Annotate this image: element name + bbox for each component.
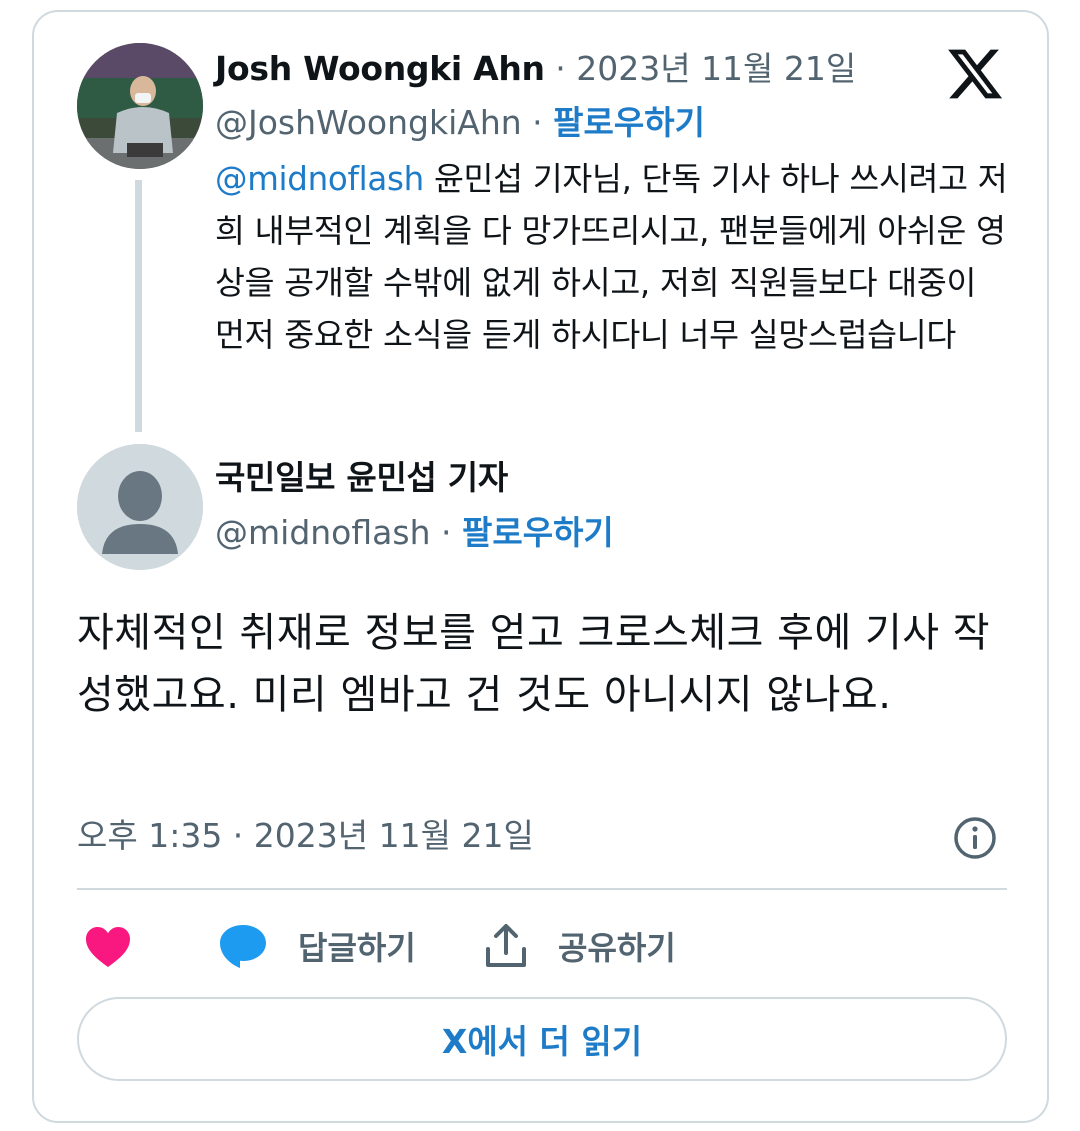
follow-button-parent[interactable]: 팔로우하기 <box>553 103 705 142</box>
follow-button-main[interactable]: 팔로우하기 <box>462 513 614 552</box>
share-icon <box>486 924 526 967</box>
reply-label: 답글하기 <box>298 929 416 967</box>
tweet-timestamp[interactable]: 오후 1:35 · 2023년 11월 21일 <box>77 813 534 859</box>
parent-display-name[interactable]: Josh Woongki Ahn <box>215 49 545 88</box>
parent-handle-row: @JoshWoongkiAhn · 팔로우하기 <box>215 100 705 146</box>
divider <box>77 888 1007 890</box>
share-button[interactable]: 공유하기 <box>484 918 676 974</box>
avatar-josh[interactable] <box>77 43 203 169</box>
read-more-button[interactable]: X에서 더 읽기 <box>77 997 1007 1081</box>
parent-date[interactable]: 2023년 11월 21일 <box>576 49 856 88</box>
like-button[interactable] <box>84 918 132 974</box>
avatar-default[interactable] <box>77 444 203 570</box>
speech-bubble-icon <box>220 925 266 968</box>
main-handle-row: @midnoflash · 팔로우하기 <box>215 510 614 556</box>
main-tweet-text: 자체적인 취재로 정보를 얻고 크로스체크 후에 기사 작성했고요. 미리 엠바… <box>77 610 991 718</box>
parent-tweet-text: @midnoflash 윤민섭 기자님, 단독 기사 하나 쓰시려고 저희 내부… <box>215 153 1015 361</box>
thread-connector <box>135 180 142 432</box>
x-logo-icon[interactable] <box>945 44 1005 104</box>
main-header: 국민일보 윤민섭 기자 <box>215 455 508 501</box>
separator: · <box>440 513 452 552</box>
separator: · <box>532 103 543 142</box>
parent-header: Josh Woongki Ahn · 2023년 11월 21일 <box>215 46 856 92</box>
mention-link[interactable]: @midnoflash <box>215 160 424 198</box>
info-icon[interactable] <box>952 815 998 861</box>
parent-handle[interactable]: @JoshWoongkiAhn <box>215 103 522 142</box>
separator: · <box>555 49 566 88</box>
heart-icon <box>86 927 130 967</box>
main-handle[interactable]: @midnoflash <box>215 513 430 552</box>
share-label: 공유하기 <box>558 929 676 967</box>
reply-button[interactable]: 답글하기 <box>218 918 416 974</box>
main-display-name[interactable]: 국민일보 윤민섭 기자 <box>215 458 508 497</box>
